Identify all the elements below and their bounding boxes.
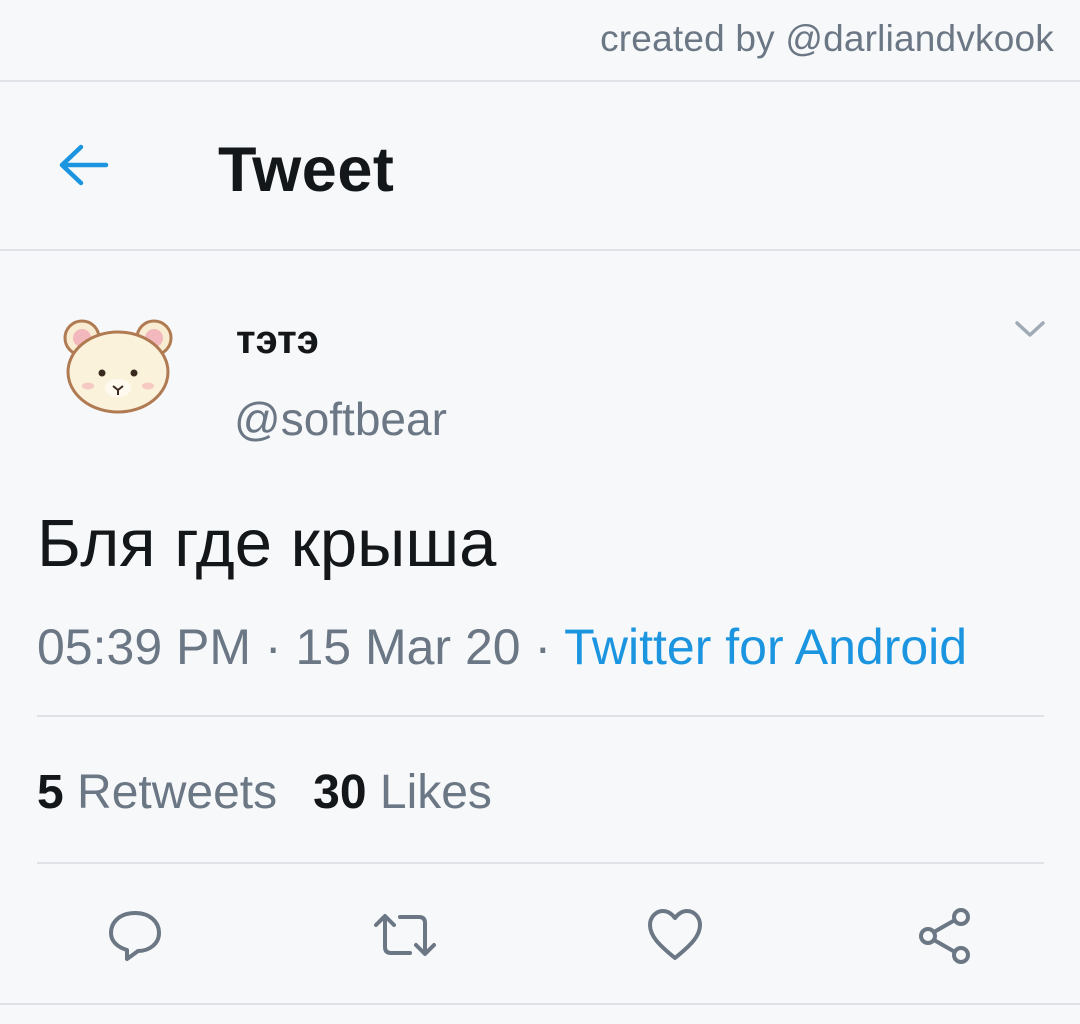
page-title: Tweet [218,135,395,205]
tweet-stats: 5 Retweets 30 Likes [37,765,492,820]
divider [37,862,1044,864]
chevron-down-icon [1015,321,1045,337]
meta-separator: · [251,619,296,675]
retweet-icon [374,914,436,956]
tweet-time: 05:39 PM [37,619,252,675]
reply-button[interactable] [100,900,170,970]
likes-count: 30 [313,766,367,819]
share-icon [919,908,970,964]
retweet-button[interactable] [370,900,440,970]
likes-label: Likes [379,766,492,819]
retweets-label: Retweets [77,766,278,819]
author-display-name[interactable]: тэтэ [236,318,319,363]
arrow-left-icon [59,144,109,186]
divider [0,249,1080,251]
retweets-count: 5 [37,766,64,819]
tweet-date: 15 Mar 20 [295,619,521,675]
heart-icon [648,909,702,960]
divider [37,715,1044,717]
likes-stat[interactable]: 30 Likes [313,765,492,820]
retweets-stat[interactable]: 5 Retweets [37,765,277,820]
meta-separator: · [520,619,565,675]
credit-watermark: created by @darliandvkook [600,18,1054,59]
tweet-source-link[interactable]: Twitter for Android [564,619,967,675]
like-button[interactable] [640,900,710,970]
divider [0,1003,1080,1005]
header-bar: Tweet [0,82,1080,249]
tweet-actions-bar [0,900,1080,970]
tweet-text: Бля где крыша [37,506,497,581]
share-button[interactable] [910,900,980,970]
author-handle[interactable]: @softbear [234,392,447,446]
reply-icon [109,911,161,961]
back-button[interactable] [50,137,116,193]
tweet-detail-screen: created by @darliandvkook Tweet тэтэ @so… [0,0,1080,1024]
bear-avatar-icon [63,319,173,414]
avatar[interactable] [58,316,178,416]
tweet-metadata: 05:39 PM · 15 Mar 20 · Twitter for Andro… [37,618,967,676]
tweet-menu-button[interactable] [1010,312,1050,346]
